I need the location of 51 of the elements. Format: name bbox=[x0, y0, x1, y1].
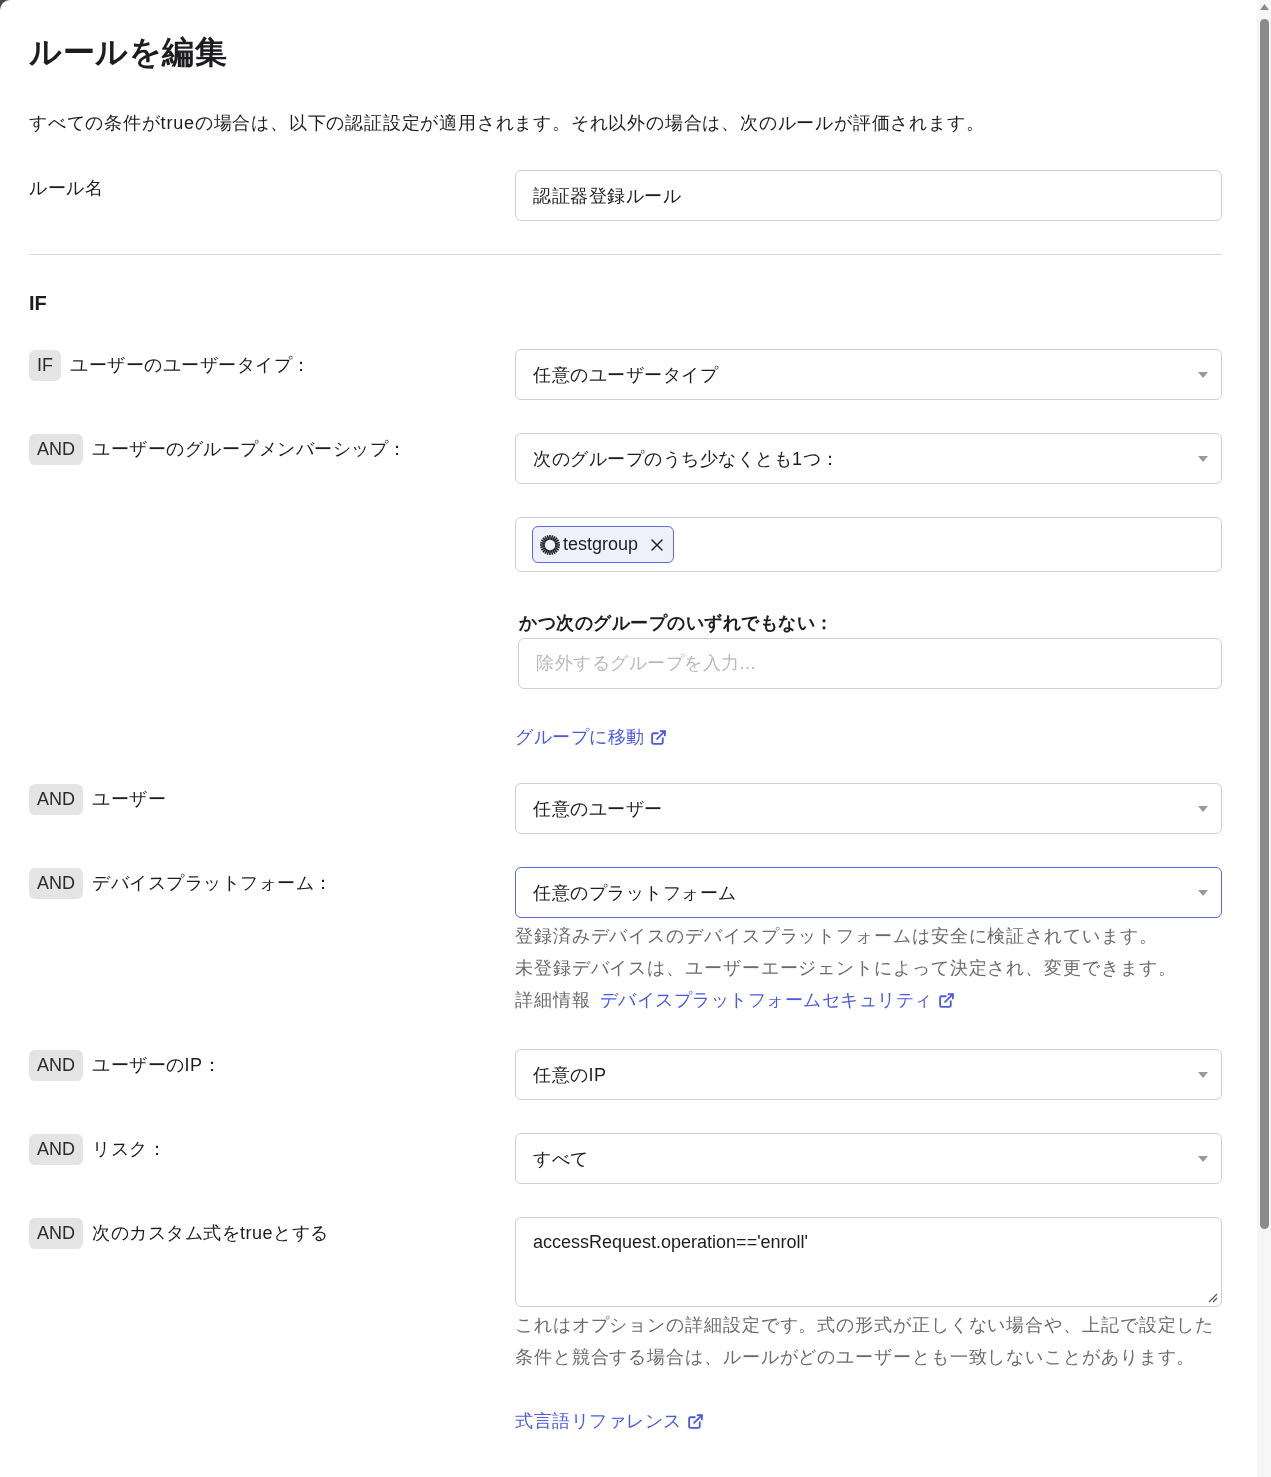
dropdown-select[interactable]: 次のグループのうち少なくとも1つ： bbox=[515, 433, 1222, 484]
help-text: 詳細情報 bbox=[515, 989, 591, 1012]
group-tags-field[interactable]: testgroup bbox=[515, 517, 1222, 572]
dropdown-select[interactable]: すべて bbox=[515, 1133, 1222, 1184]
sunburst-icon bbox=[540, 534, 560, 555]
caret-down-icon bbox=[1198, 1071, 1208, 1078]
dropdown-select[interactable]: 任意のプラットフォーム bbox=[515, 867, 1222, 918]
resize-handle-icon[interactable] bbox=[1208, 1293, 1218, 1303]
link[interactable]: デバイスプラットフォームセキュリティ bbox=[599, 987, 955, 1013]
caret-down-icon bbox=[1198, 371, 1208, 378]
caret-down-icon bbox=[1198, 889, 1208, 896]
description-text: すべての条件がtrueの場合は、以下の認証設定が適用されます。それ以外の場合は、次のルールが評価されます。 bbox=[29, 112, 986, 135]
scrollbar-track[interactable] bbox=[1257, 0, 1271, 1477]
field-label: ルール名 bbox=[29, 177, 103, 200]
dropdown-select[interactable]: 任意のユーザー bbox=[515, 783, 1222, 834]
link[interactable]: グループに移動 bbox=[515, 724, 667, 750]
operator-badge: AND bbox=[29, 784, 83, 815]
condition-label: ユーザー bbox=[92, 788, 166, 811]
operator-badge: AND bbox=[29, 868, 83, 899]
field-label: かつ次のグループのいずれでもない： bbox=[518, 612, 835, 635]
condition-label: ユーザーのIP： bbox=[92, 1054, 222, 1077]
expression-textarea[interactable]: accessRequest.operation=='enroll' bbox=[515, 1217, 1222, 1307]
operator-badge: AND bbox=[29, 1218, 83, 1249]
operator-badge: AND bbox=[29, 1050, 83, 1081]
tag-label: testgroup bbox=[563, 534, 639, 555]
operator-badge: IF bbox=[29, 350, 61, 381]
dropdown-select[interactable]: 任意のIP bbox=[515, 1049, 1222, 1100]
external-link-icon bbox=[649, 728, 667, 746]
operator-badge: AND bbox=[29, 1134, 83, 1165]
condition-label: ユーザーのグループメンバーシップ： bbox=[92, 438, 407, 461]
condition-label: リスク： bbox=[92, 1138, 166, 1161]
operator-badge: AND bbox=[29, 434, 83, 465]
scrollbar-thumb[interactable] bbox=[1259, 19, 1269, 1229]
help-text: 登録済みデバイスのデバイスプラットフォームは安全に検証されています。 bbox=[515, 925, 1159, 948]
condition-label: ユーザーのユーザータイプ： bbox=[70, 354, 311, 377]
help-text: これはオプションの詳細設定です。式の形式が正しくない場合や、上記で設定した条件と競合する場合は、ルールがどのユーザーとも一致しないことがあります。 bbox=[515, 1314, 1216, 1369]
condition-label: デバイスプラットフォーム： bbox=[92, 872, 333, 895]
caret-down-icon bbox=[1198, 805, 1208, 812]
scroll-up-arrow-icon[interactable] bbox=[1259, 4, 1269, 10]
exclude-groups-input[interactable]: 除外するグループを入力... bbox=[518, 638, 1222, 689]
condition-label: 次のカスタム式をtrueとする bbox=[92, 1222, 329, 1245]
rule-name-input[interactable]: 認証器登録ルール bbox=[515, 170, 1222, 221]
help-text: 未登録デバイスは、ユーザーエージェントによって決定され、変更できます。 bbox=[515, 957, 1178, 980]
page-title: ルールを編集 bbox=[29, 33, 228, 72]
external-link-icon bbox=[937, 991, 955, 1009]
external-link-icon bbox=[686, 1412, 704, 1430]
link[interactable]: 式言語リファレンス bbox=[515, 1408, 704, 1434]
caret-down-icon bbox=[1198, 455, 1208, 462]
caret-down-icon bbox=[1198, 1155, 1208, 1162]
section-heading: IF bbox=[29, 291, 48, 316]
dropdown-select[interactable]: 任意のユーザータイプ bbox=[515, 349, 1222, 400]
